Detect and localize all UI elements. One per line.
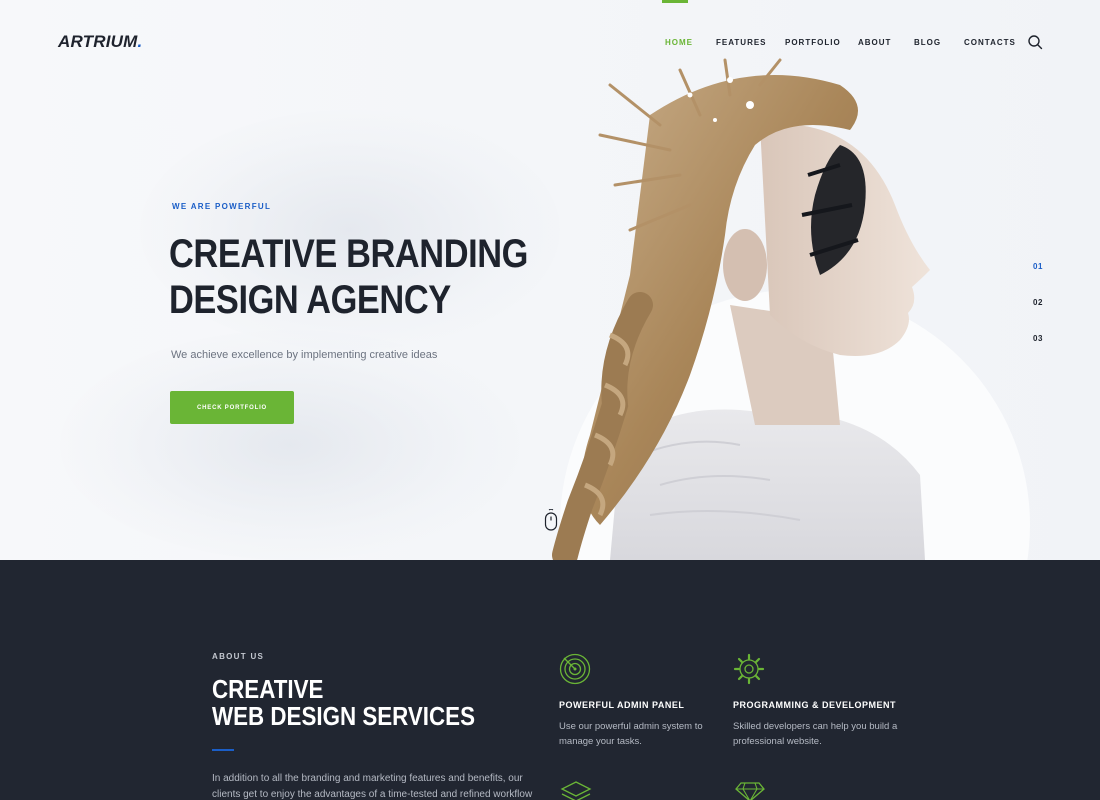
feature-description: Skilled developers can help you build a … xyxy=(733,721,898,747)
nav-item-contacts[interactable]: CONTACTS xyxy=(964,38,1016,47)
slide-indicator-01[interactable]: 01 xyxy=(1033,262,1043,271)
feature-description: Use our powerful admin system to manage … xyxy=(559,721,703,747)
about-heading-line-1: CREATIVE xyxy=(212,674,324,704)
mouse-icon[interactable] xyxy=(544,509,558,531)
brand-logo[interactable]: ARTRIUM. xyxy=(58,32,142,52)
brand-logo-dot: . xyxy=(137,32,143,51)
hero-headline-line-2: DESIGN AGENCY xyxy=(169,278,451,322)
hero-eyebrow: WE ARE POWERFUL xyxy=(172,202,272,211)
check-portfolio-button[interactable]: CHECK PORTFOLIO xyxy=(170,391,294,424)
diamond-icon xyxy=(735,782,765,800)
gear-icon xyxy=(733,653,765,685)
hero-section: ARTRIUM. HOME FEATURES PORTFOLIO ABOUT B… xyxy=(0,0,1100,560)
feature-title: PROGRAMMING & DEVELOPMENT xyxy=(733,700,897,710)
hero-portrait-image xyxy=(552,58,930,560)
brand-name: ARTRIUM xyxy=(58,32,138,51)
nav-item-portfolio[interactable]: PORTFOLIO xyxy=(785,38,841,47)
about-label: ABOUT US xyxy=(212,652,265,661)
about-section: ABOUT US CREATIVE WEB DESIGN SERVICES In… xyxy=(0,560,1100,800)
nav-item-about[interactable]: ABOUT xyxy=(858,38,891,47)
paint-brush-texture xyxy=(60,330,520,560)
nav-item-blog[interactable]: BLOG xyxy=(914,38,941,47)
heading-underline xyxy=(212,749,234,751)
radar-icon xyxy=(559,653,591,685)
about-heading: CREATIVE WEB DESIGN SERVICES xyxy=(212,676,475,730)
hero-headline: CREATIVE BRANDING DESIGN AGENCY xyxy=(169,231,528,323)
feature-title: POWERFUL ADMIN PANEL xyxy=(559,700,685,710)
slide-indicator-03[interactable]: 03 xyxy=(1033,334,1043,343)
hero-headline-line-1: CREATIVE BRANDING xyxy=(169,232,528,276)
about-heading-line-2: WEB DESIGN SERVICES xyxy=(212,701,475,731)
slide-indicator-02[interactable]: 02 xyxy=(1033,298,1043,307)
active-page-indicator xyxy=(662,0,688,3)
about-paragraph: In addition to all the branding and mark… xyxy=(212,773,533,800)
layers-icon xyxy=(560,781,592,800)
hero-subtitle: We achieve excellence by implementing cr… xyxy=(171,349,438,361)
nav-item-features[interactable]: FEATURES xyxy=(716,38,767,47)
search-icon[interactable] xyxy=(1027,34,1043,50)
nav-item-home[interactable]: HOME xyxy=(665,38,693,47)
